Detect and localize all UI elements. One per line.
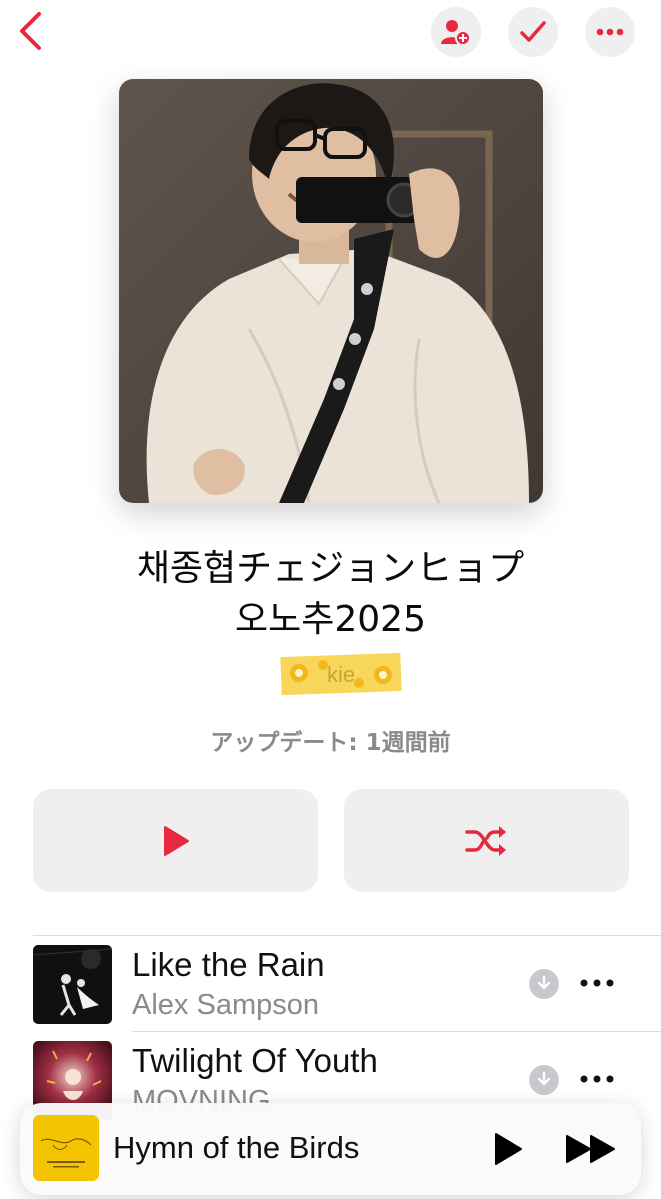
shuffle-icon [464,825,506,856]
track-title: Like the Rain [132,946,325,983]
playlist-title-line1: 채종협チェジョンヒョプ [136,548,525,589]
more-options-button[interactable] [585,7,635,57]
sticker-kie: kie [279,651,403,697]
more-icon [580,979,614,987]
shuffle-button[interactable] [344,789,629,892]
track-more-button[interactable] [573,966,621,1000]
track-artwork [33,945,112,1024]
play-icon [163,825,189,856]
downloaded-icon [529,969,559,999]
track-title: Twilight Of Youth [132,1042,378,1079]
add-person-icon [441,20,471,46]
now-playing-artwork [33,1115,99,1181]
play-icon [495,1133,522,1165]
downloaded-icon [529,1065,559,1095]
track-row[interactable]: Like the Rain Alex Sampson [0,936,661,1032]
updated-label: アップデート: 1週間前 [210,730,451,756]
track-more-button[interactable] [573,1062,621,1096]
fast-forward-icon [566,1135,615,1163]
more-icon [596,28,624,36]
checkmark-icon [520,21,546,42]
playlist-title-line2: 오노추2025 [235,599,426,640]
track-artist: Alex Sampson [132,989,319,1021]
playlist-title: 채종협チェジョンヒョプ 오노추2025 [40,543,621,645]
back-button[interactable] [12,8,48,54]
playlist-artwork [119,79,543,503]
mini-player[interactable]: Hymn of the Birds [20,1103,641,1195]
add-collaborator-button[interactable] [431,7,481,57]
added-to-library-button[interactable] [508,7,558,57]
play-button[interactable] [33,789,318,892]
next-track-button[interactable] [561,1127,621,1171]
sticker-text: kie [327,662,355,687]
chevron-left-icon [20,12,41,50]
more-icon [580,1075,614,1083]
now-playing-title[interactable]: Hymn of the Birds [113,1130,359,1166]
mini-play-button[interactable] [486,1127,530,1171]
